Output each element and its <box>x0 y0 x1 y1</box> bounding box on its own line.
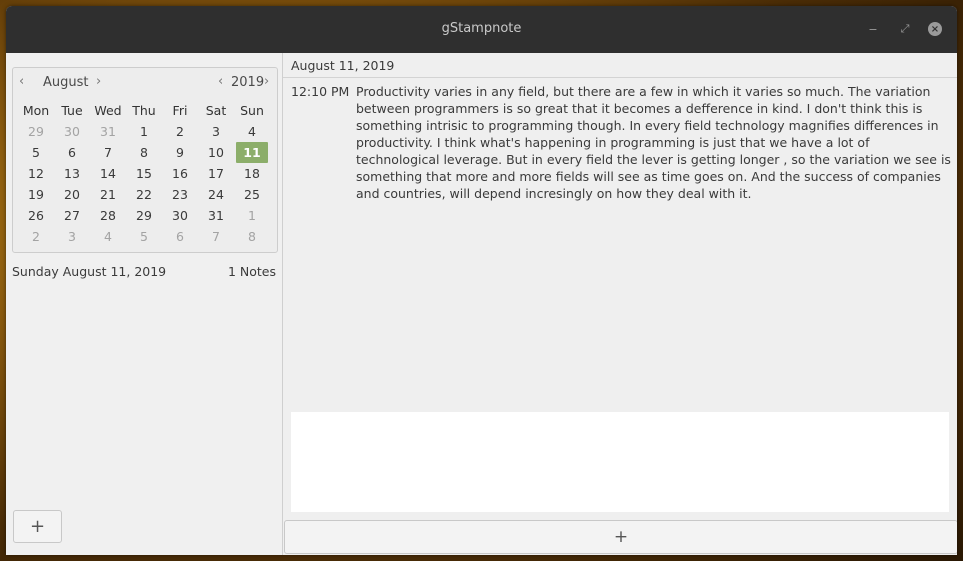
title-bar[interactable]: gStampnote − ⤢ × <box>6 6 957 53</box>
note-editor-textarea[interactable] <box>291 412 949 512</box>
weekday-header: Tue <box>61 103 83 118</box>
calendar-day[interactable]: 31 <box>90 121 126 142</box>
calendar-day[interactable]: 7 <box>198 226 234 247</box>
calendar: ‹ August › ‹ 2019 › Mon Tue Wed Thu Fri Sat Su… <box>12 67 278 253</box>
calendar-day[interactable]: 5 <box>18 142 54 163</box>
calendar-day[interactable]: 24 <box>198 184 234 205</box>
calendar-grid: Mon Tue Wed Thu Fri Sat Sun 29 30 31 1 2 3 4 5 6 7 8 9 10 11… <box>18 100 272 247</box>
weekday-header: Fri <box>172 103 188 118</box>
calendar-day[interactable]: 11 <box>236 142 268 163</box>
calendar-day[interactable]: 10 <box>198 142 234 163</box>
weekday-header: Sun <box>240 103 264 118</box>
calendar-year: 2019 <box>231 75 265 90</box>
calendar-day[interactable]: 29 <box>126 205 162 226</box>
calendar-day[interactable]: 6 <box>162 226 198 247</box>
calendar-day[interactable]: 17 <box>198 163 234 184</box>
prev-month-icon[interactable]: ‹ <box>19 74 24 89</box>
calendar-day[interactable]: 4 <box>90 226 126 247</box>
calendar-day[interactable]: 3 <box>198 121 234 142</box>
notes-pane: August 11, 2019 12:10 PM Productivity va… <box>283 53 957 555</box>
calendar-day[interactable]: 19 <box>18 184 54 205</box>
calendar-day[interactable]: 28 <box>90 205 126 226</box>
next-month-icon[interactable]: › <box>96 74 101 89</box>
calendar-day[interactable]: 5 <box>126 226 162 247</box>
calendar-day[interactable]: 30 <box>162 205 198 226</box>
weekday-header: Sat <box>205 103 227 118</box>
calendar-day[interactable]: 27 <box>54 205 90 226</box>
calendar-day[interactable]: 1 <box>126 121 162 142</box>
calendar-day[interactable]: 18 <box>234 163 270 184</box>
next-year-icon[interactable]: › <box>264 74 269 89</box>
calendar-day[interactable]: 4 <box>234 121 270 142</box>
selected-date-label: Sunday August 11, 2019 <box>12 264 167 279</box>
maximize-icon[interactable]: ⤢ <box>896 20 914 38</box>
notes-count: 1 Notes <box>227 264 276 279</box>
calendar-day[interactable]: 26 <box>18 205 54 226</box>
add-entry-button[interactable]: + <box>284 520 957 554</box>
weekday-header: Mon <box>22 103 50 118</box>
calendar-day[interactable]: 30 <box>54 121 90 142</box>
calendar-day[interactable]: 14 <box>90 163 126 184</box>
weekday-header: Wed <box>94 103 122 118</box>
calendar-day[interactable]: 22 <box>126 184 162 205</box>
calendar-month: August <box>43 75 89 90</box>
calendar-day[interactable]: 2 <box>162 121 198 142</box>
calendar-day[interactable]: 29 <box>18 121 54 142</box>
calendar-day[interactable]: 23 <box>162 184 198 205</box>
weekday-header: Thu <box>132 103 156 118</box>
calendar-day[interactable]: 1 <box>234 205 270 226</box>
calendar-day[interactable]: 15 <box>126 163 162 184</box>
calendar-day[interactable]: 20 <box>54 184 90 205</box>
calendar-day[interactable]: 7 <box>90 142 126 163</box>
calendar-day[interactable]: 25 <box>234 184 270 205</box>
window-title: gStampnote <box>441 21 522 36</box>
prev-year-icon[interactable]: ‹ <box>218 74 223 89</box>
calendar-day[interactable]: 21 <box>90 184 126 205</box>
calendar-day[interactable]: 9 <box>162 142 198 163</box>
add-note-button[interactable]: + <box>13 510 62 543</box>
sidebar: ‹ August › ‹ 2019 › Mon Tue Wed Thu Fri Sat Su… <box>6 53 283 555</box>
note-time: 12:10 PM <box>291 84 350 99</box>
calendar-day[interactable]: 3 <box>54 226 90 247</box>
close-icon[interactable]: × <box>928 22 942 36</box>
calendar-day[interactable]: 13 <box>54 163 90 184</box>
calendar-day[interactable]: 6 <box>54 142 90 163</box>
calendar-day[interactable]: 12 <box>18 163 54 184</box>
calendar-day[interactable]: 8 <box>234 226 270 247</box>
calendar-day[interactable]: 31 <box>198 205 234 226</box>
day-header-label: August 11, 2019 <box>291 58 395 73</box>
minimize-icon[interactable]: − <box>864 20 882 38</box>
app-window: gStampnote − ⤢ × ‹ August › ‹ 2019 › Mon… <box>6 6 957 555</box>
note-text[interactable]: Productivity varies in any field, but th… <box>356 83 954 202</box>
calendar-day[interactable]: 2 <box>18 226 54 247</box>
day-header: August 11, 2019 <box>283 53 957 78</box>
calendar-day[interactable]: 8 <box>126 142 162 163</box>
calendar-day[interactable]: 16 <box>162 163 198 184</box>
